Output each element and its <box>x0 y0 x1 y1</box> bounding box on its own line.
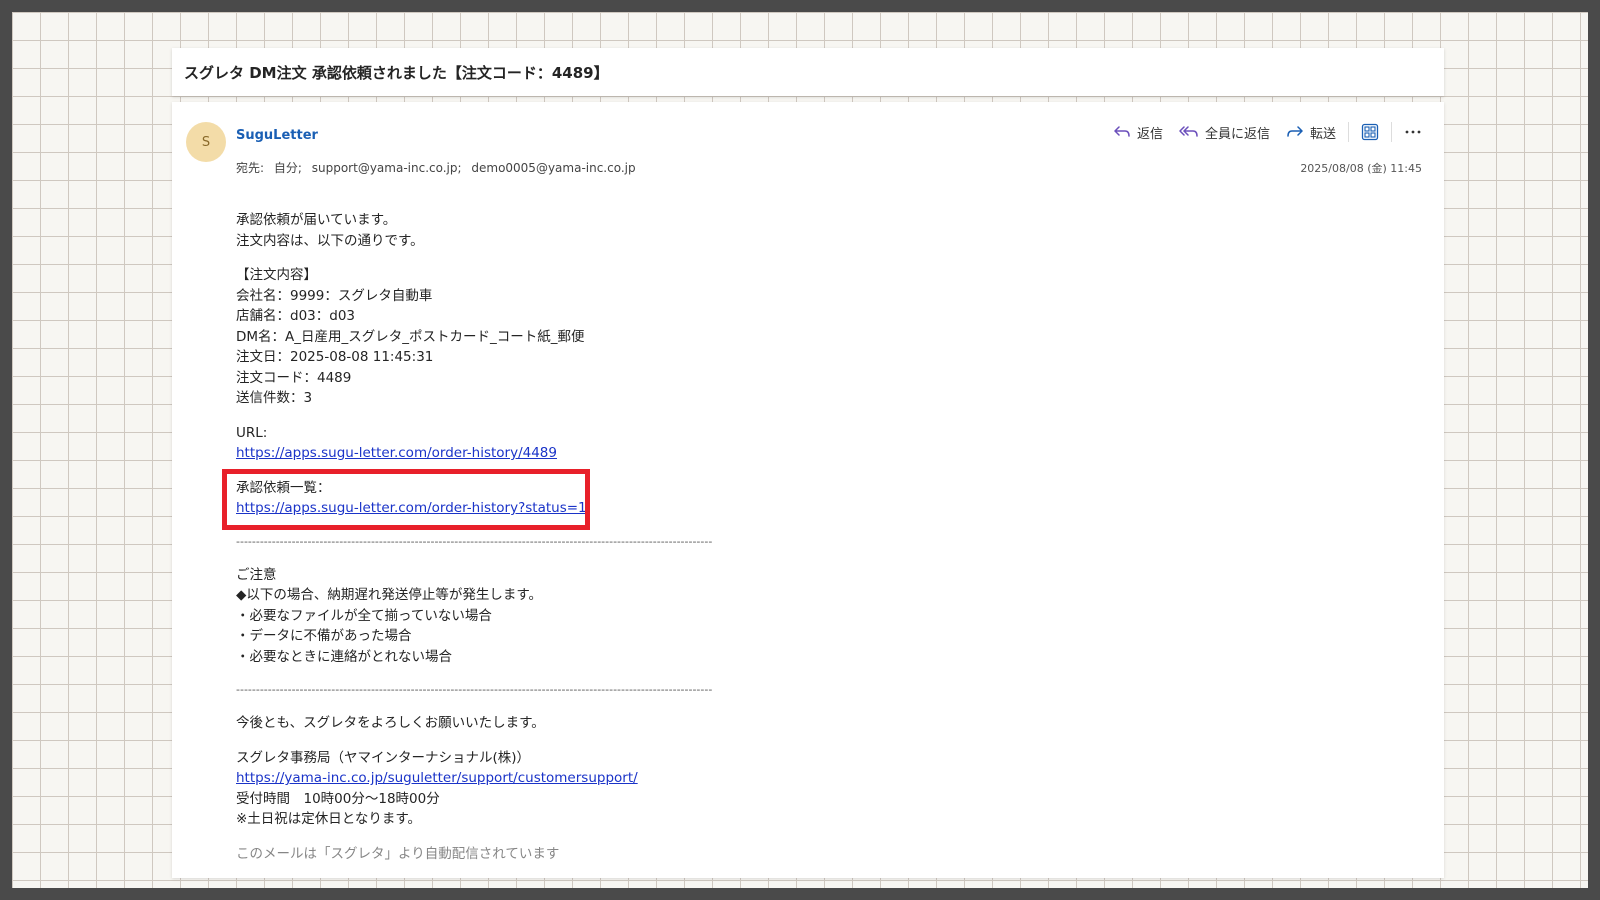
avatar[interactable]: S <box>186 122 226 162</box>
notice-item-1: ・必要なファイルが全て揃っていない場合 <box>236 607 492 624</box>
more-icon <box>1405 130 1421 134</box>
forward-icon <box>1287 126 1303 137</box>
reply-all-label: 全員に返信 <box>1204 126 1270 142</box>
action-divider <box>1348 122 1349 142</box>
forward-label: 転送 <box>1309 126 1336 142</box>
message-actions: 返信 全員に返信 転送 <box>1097 122 1422 142</box>
email-message: S SuguLetter 宛先: 自分; support@yama-inc.co… <box>172 102 1444 878</box>
reply-all-icon <box>1179 126 1198 137</box>
order-date: 注文日：2025-08-08 11:45:31 <box>236 349 434 365</box>
recipient-support[interactable]: support@yama-inc.co.jp; <box>312 161 462 175</box>
background-canvas: スグレタ DM注文 承認依頼されました【注文コード：4489】 S SuguLe… <box>12 12 1588 888</box>
reply-label: 返信 <box>1136 126 1163 142</box>
action-divider-2 <box>1391 122 1392 142</box>
closing-line: 今後とも、スグレタをよろしくお願いいたします。 <box>236 715 545 731</box>
forward-button[interactable]: 転送 <box>1286 123 1336 142</box>
grid-app-icon <box>1361 123 1379 141</box>
recipient-demo[interactable]: demo0005@yama-inc.co.jp <box>471 161 635 175</box>
subject-bar: スグレタ DM注文 承認依頼されました【注文コード：4489】 <box>172 48 1444 96</box>
recipients-prefix: 宛先: <box>236 161 265 175</box>
reply-all-button[interactable]: 全員に返信 <box>1179 123 1270 142</box>
notice-title: ご注意 <box>236 566 277 583</box>
office-name: スグレタ事務局（ヤマインターナショナル(株)） <box>236 749 531 766</box>
recipients-line: 宛先: 自分; support@yama-inc.co.jp; demo0005… <box>236 159 642 176</box>
separator-1: ----------------------------------------… <box>236 534 713 548</box>
order-company: 会社名：9999：スグレタ自動車 <box>236 287 433 304</box>
notice-item-2: ・データに不備があった場合 <box>236 628 412 644</box>
more-actions-button[interactable] <box>1404 129 1422 135</box>
order-send-count: 送信件数：3 <box>236 390 313 406</box>
order-history-link[interactable]: https://apps.sugu-letter.com/order-histo… <box>236 445 557 461</box>
reply-button[interactable]: 返信 <box>1113 123 1163 142</box>
email-subject: スグレタ DM注文 承認依頼されました【注文コード：4489】 <box>184 63 609 82</box>
email-body: 承認依頼が届いています。 注文内容は、以下の通りです。 【注文内容】 会社名：9… <box>236 210 1136 864</box>
notice-lead: ◆以下の場合、納期遅れ発送停止等が発生します。 <box>236 587 543 603</box>
office-hours: 受付時間 10時00分～18時00分 <box>236 790 440 807</box>
separator-2: ----------------------------------------… <box>236 683 713 696</box>
sender-name[interactable]: SuguLetter <box>236 128 318 143</box>
notice-item-3: ・必要なときに連絡がとれない場合 <box>236 648 452 665</box>
recipient-self[interactable]: 自分; <box>274 161 302 175</box>
order-code: 注文コード：4489 <box>236 369 352 386</box>
order-dm-name: DM名：A_日産用_スグレタ_ポストカード_コート紙_郵便 <box>236 328 585 345</box>
order-store: 店舗名：d03：d03 <box>236 308 355 324</box>
sent-datetime: 2025/08/08 (金) 11:45 <box>1300 162 1422 175</box>
support-link[interactable]: https://yama-inc.co.jp/suguletter/suppor… <box>236 770 638 786</box>
auto-send-note: このメールは「スグレタ」より自動配信されています <box>236 845 560 862</box>
url-label: URL: <box>236 424 268 441</box>
apps-button[interactable] <box>1361 123 1379 141</box>
reply-icon <box>1114 126 1130 137</box>
order-section-title: 【注文内容】 <box>236 267 317 283</box>
body-intro-1: 承認依頼が届いています。 <box>236 212 397 228</box>
holiday-note: ※土日祝は定休日となります。 <box>236 811 422 827</box>
highlight-annotation <box>222 469 590 530</box>
body-intro-2: 注文内容は、以下の通りです。 <box>236 232 424 249</box>
